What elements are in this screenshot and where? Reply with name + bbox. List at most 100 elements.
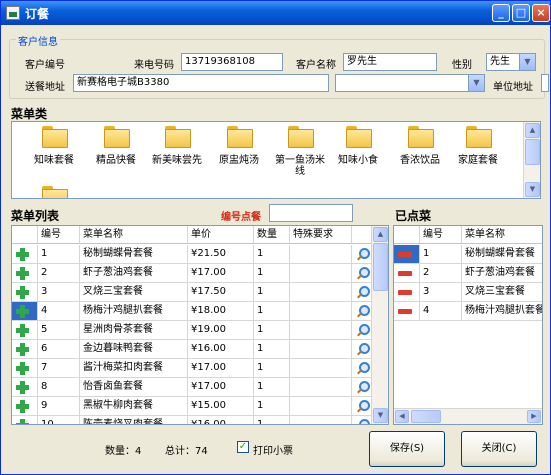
remove-icon[interactable] xyxy=(398,252,412,257)
category-scrollbar[interactable]: ▲ ▼ xyxy=(523,122,540,198)
category-item[interactable]: 第一鱼汤米线 xyxy=(270,126,330,184)
menu-row-selected[interactable]: 4 杨梅汁鸡腿扒套餐 ¥18.00 1 xyxy=(12,302,372,321)
magnifier-icon[interactable] xyxy=(356,400,370,413)
lookup-cell[interactable] xyxy=(352,302,372,320)
scroll-down-icon[interactable]: ▼ xyxy=(373,408,388,423)
lookup-cell[interactable] xyxy=(352,264,372,282)
category-item[interactable]: 知味小食 xyxy=(328,126,388,184)
scroll-thumb[interactable] xyxy=(373,243,388,291)
ordered-row[interactable]: 2 虾子葱油鸡套餐 xyxy=(394,264,542,283)
minimize-button[interactable]: _ xyxy=(492,4,510,22)
category-item[interactable]: 知味套餐 xyxy=(24,126,84,184)
add-cell[interactable] xyxy=(12,378,38,396)
magnifier-icon[interactable] xyxy=(356,305,370,318)
add-icon[interactable] xyxy=(16,419,29,424)
menu-row[interactable]: 2 虾子葱油鸡套餐 ¥17.00 1 xyxy=(12,264,372,283)
add-cell[interactable] xyxy=(12,245,38,263)
add-icon[interactable] xyxy=(16,362,29,375)
gender-select[interactable]: 先生 ▼ xyxy=(486,53,536,71)
add-cell[interactable] xyxy=(12,340,38,358)
menu-row[interactable]: 9 黑椒牛柳肉套餐 ¥15.00 1 xyxy=(12,397,372,416)
add-cell[interactable] xyxy=(12,397,38,415)
magnifier-icon[interactable] xyxy=(356,267,370,280)
add-cell[interactable] xyxy=(12,359,38,377)
address-select[interactable]: ▼ xyxy=(335,74,485,92)
address-input[interactable]: 新赛格电子城B3380 xyxy=(73,74,329,92)
magnifier-icon[interactable] xyxy=(356,286,370,299)
chevron-down-icon[interactable]: ▼ xyxy=(468,75,484,91)
menu-row[interactable]: 8 怡香卤鱼套餐 ¥17.00 1 xyxy=(12,378,372,397)
scroll-right-icon[interactable]: ▶ xyxy=(527,410,541,423)
add-icon[interactable] xyxy=(16,400,29,413)
add-icon[interactable] xyxy=(16,305,29,318)
scroll-up-icon[interactable]: ▲ xyxy=(373,227,388,242)
add-cell[interactable] xyxy=(12,283,38,301)
menu-row[interactable]: 5 星洲肉骨茶套餐 ¥19.00 1 xyxy=(12,321,372,340)
close-window-button[interactable]: × xyxy=(532,4,550,22)
title-bar[interactable]: 订餐 _ □ × xyxy=(1,1,550,25)
magnifier-icon[interactable] xyxy=(356,343,370,356)
row-qty[interactable]: 1 xyxy=(254,264,290,282)
magnifier-icon[interactable] xyxy=(356,362,370,375)
lookup-cell[interactable] xyxy=(352,245,372,263)
add-icon[interactable] xyxy=(16,381,29,394)
remove-cell[interactable] xyxy=(394,302,420,320)
add-icon[interactable] xyxy=(16,248,29,261)
menu-row[interactable]: 7 酱汁梅菜扣肉套餐 ¥17.00 1 xyxy=(12,359,372,378)
phone-input[interactable]: 13719368108 xyxy=(181,53,283,71)
ordered-hscrollbar[interactable]: ◀ ▶ xyxy=(394,408,542,424)
row-note[interactable] xyxy=(290,340,352,358)
row-qty[interactable]: 1 xyxy=(254,378,290,396)
row-note[interactable] xyxy=(290,302,352,320)
row-note[interactable] xyxy=(290,397,352,415)
row-qty[interactable]: 1 xyxy=(254,283,290,301)
row-qty[interactable]: 1 xyxy=(254,302,290,320)
row-qty[interactable]: 1 xyxy=(254,245,290,263)
magnifier-icon[interactable] xyxy=(356,324,370,337)
category-item[interactable]: 精品快餐 xyxy=(86,126,146,184)
add-icon[interactable] xyxy=(16,343,29,356)
menu-row[interactable]: 6 金边暮味鸭套餐 ¥16.00 1 xyxy=(12,340,372,359)
magnifier-icon[interactable] xyxy=(356,381,370,394)
ordered-row-selected[interactable]: 1 秘制蝴蝶骨套餐 xyxy=(394,245,542,264)
remove-cell[interactable] xyxy=(394,245,420,263)
unit-address-input[interactable] xyxy=(541,74,549,92)
lookup-cell[interactable] xyxy=(352,397,372,415)
lookup-cell[interactable] xyxy=(352,378,372,396)
magnifier-icon[interactable] xyxy=(356,419,370,424)
maximize-button[interactable]: □ xyxy=(512,4,530,22)
category-item[interactable] xyxy=(24,186,84,198)
row-qty[interactable]: 1 xyxy=(254,359,290,377)
lookup-cell[interactable] xyxy=(352,283,372,301)
customer-name-input[interactable]: 罗先生 xyxy=(343,53,437,71)
remove-icon[interactable] xyxy=(398,290,412,295)
remove-icon[interactable] xyxy=(398,271,412,276)
print-receipt-checkbox[interactable]: ✓ xyxy=(237,441,249,453)
scroll-up-icon[interactable]: ▲ xyxy=(525,123,540,138)
menu-row[interactable]: 1 秘制蝴蝶骨套餐 ¥21.50 1 xyxy=(12,245,372,264)
category-item[interactable]: 家庭套餐 xyxy=(448,126,508,184)
add-icon[interactable] xyxy=(16,324,29,337)
row-qty[interactable]: 1 xyxy=(254,340,290,358)
scroll-left-icon[interactable]: ◀ xyxy=(395,410,409,423)
row-note[interactable] xyxy=(290,359,352,377)
menu-row[interactable]: 3 叉烧三宝套餐 ¥17.50 1 xyxy=(12,283,372,302)
scroll-down-icon[interactable]: ▼ xyxy=(525,182,540,197)
add-cell[interactable] xyxy=(12,416,38,424)
row-qty[interactable]: 1 xyxy=(254,321,290,339)
lookup-cell[interactable] xyxy=(352,340,372,358)
add-cell[interactable] xyxy=(12,264,38,282)
row-note[interactable] xyxy=(290,378,352,396)
category-item[interactable]: 原盅炖汤 xyxy=(209,126,269,184)
chevron-down-icon[interactable]: ▼ xyxy=(519,54,535,70)
row-note[interactable] xyxy=(290,283,352,301)
add-cell[interactable] xyxy=(12,321,38,339)
remove-cell[interactable] xyxy=(394,264,420,282)
row-note[interactable] xyxy=(290,245,352,263)
row-note[interactable] xyxy=(290,321,352,339)
save-button[interactable]: 保存(S) xyxy=(369,431,445,467)
menu-scrollbar[interactable]: ▲ ▼ xyxy=(371,226,388,424)
row-note[interactable] xyxy=(290,416,352,424)
lookup-cell[interactable] xyxy=(352,321,372,339)
add-cell[interactable] xyxy=(12,302,38,320)
